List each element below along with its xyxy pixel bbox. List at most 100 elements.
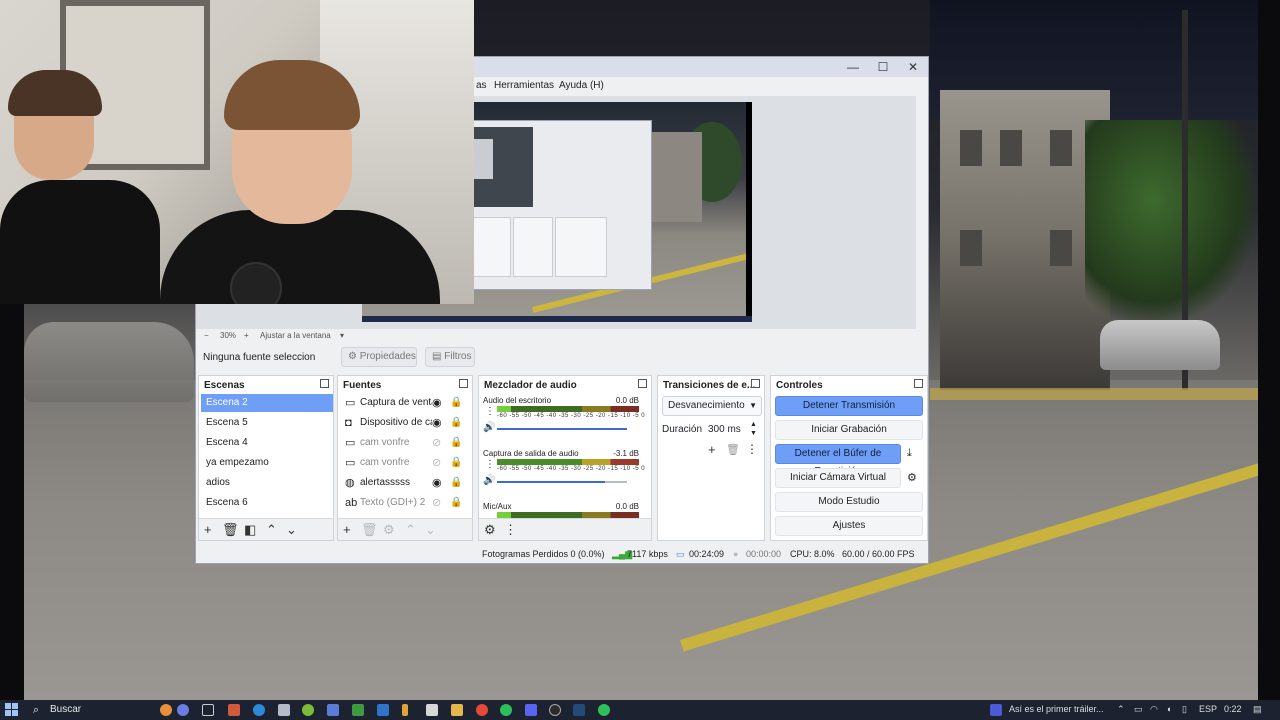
edge-icon[interactable] xyxy=(253,704,265,716)
volume-slider[interactable] xyxy=(497,481,605,483)
eye-icon[interactable]: ◉ xyxy=(432,414,442,432)
app-icon[interactable] xyxy=(278,704,290,716)
source-item[interactable]: ◍ alertasssss ◉ 🔒 xyxy=(340,474,472,492)
float-icon[interactable] xyxy=(459,379,468,388)
menu-dots-icon[interactable]: ⋮ xyxy=(746,442,758,456)
eye-icon[interactable]: ◉ xyxy=(432,474,442,492)
settings-button[interactable]: Ajustes xyxy=(775,516,923,536)
menu-help[interactable]: Ayuda (H) xyxy=(559,80,604,91)
trash-icon[interactable]: 🗑 xyxy=(361,522,378,538)
transition-select[interactable]: Desvanecimiento ▼ xyxy=(662,396,762,416)
eye-icon[interactable]: ◉ xyxy=(432,394,442,412)
chevron-down-icon[interactable]: ▾ xyxy=(340,331,344,340)
lock-icon[interactable]: 🔒 xyxy=(450,434,462,452)
scene-item[interactable]: adios xyxy=(201,474,333,492)
start-virtual-camera-button[interactable]: Iniciar Cámara Virtual xyxy=(775,468,901,488)
whatsapp-icon[interactable] xyxy=(598,704,610,716)
speaker-icon[interactable]: 🔊 xyxy=(483,422,495,433)
studio-mode-button[interactable]: Modo Estudio xyxy=(775,492,923,512)
trash-icon[interactable]: 🗑 xyxy=(726,443,740,456)
language-indicator[interactable]: ESP xyxy=(1199,704,1217,714)
lock-icon[interactable]: 🔒 xyxy=(450,414,462,432)
app-icon[interactable] xyxy=(377,704,389,716)
minimize-button[interactable]: — xyxy=(838,57,868,77)
taskbar-search[interactable]: ⌕ Buscar xyxy=(28,702,150,718)
scene-item[interactable]: Escena 4 xyxy=(201,434,333,452)
spinner-icon[interactable]: ▲ ▼ xyxy=(750,420,757,438)
chevron-up-icon[interactable]: ⌃ xyxy=(1117,704,1125,715)
zoom-in-button[interactable]: + xyxy=(244,331,249,340)
folder-icon[interactable] xyxy=(451,704,463,716)
steam-icon[interactable] xyxy=(573,704,585,716)
monitor-icon[interactable]: ▭ xyxy=(1134,704,1143,715)
app-icon[interactable] xyxy=(402,704,408,716)
clock[interactable]: 0:22 xyxy=(1224,704,1242,714)
wifi-icon[interactable]: ◠ xyxy=(1150,704,1158,715)
float-icon[interactable] xyxy=(751,379,760,388)
menu-item-partial[interactable]: as xyxy=(476,80,487,91)
add-icon[interactable]: + xyxy=(204,522,212,537)
app-icon[interactable] xyxy=(352,704,364,716)
source-item[interactable]: ▭ Captura de ventana ◉ 🔒 xyxy=(340,394,472,412)
lock-icon[interactable]: 🔒 xyxy=(450,494,462,512)
news-icon[interactable] xyxy=(990,704,1002,716)
volume-slider[interactable] xyxy=(497,428,627,430)
lock-icon[interactable]: 🔒 xyxy=(450,454,462,472)
menu-dots-icon[interactable]: ⋮ xyxy=(485,406,495,417)
close-button[interactable]: ✕ xyxy=(898,57,928,77)
scene-item[interactable]: Escena 6 xyxy=(201,494,333,512)
volume-icon[interactable]: ◖ xyxy=(1166,704,1171,714)
properties-button[interactable]: ⚙ Propiedades xyxy=(341,347,417,367)
widget-icon[interactable] xyxy=(177,704,189,716)
filters-button[interactable]: ▤ Filtros xyxy=(425,347,475,367)
windows-start-icon[interactable] xyxy=(5,703,18,716)
gear-icon[interactable]: ⚙ xyxy=(383,522,395,538)
float-icon[interactable] xyxy=(914,379,923,388)
menu-dots-icon[interactable]: ⋮ xyxy=(485,459,495,470)
fit-to-window[interactable]: Ajustar a la ventana xyxy=(260,331,331,340)
speaker-icon[interactable]: 🔊 xyxy=(483,475,495,486)
download-icon[interactable]: ⤓ xyxy=(907,447,912,460)
lock-icon[interactable]: 🔒 xyxy=(450,394,462,412)
menu-tools[interactable]: Herramientas xyxy=(494,80,554,91)
move-down-icon[interactable]: ⌄ xyxy=(425,522,436,538)
eye-slash-icon[interactable]: ⊘ xyxy=(432,454,441,472)
app-icon[interactable] xyxy=(426,704,438,716)
obs-icon[interactable] xyxy=(549,704,561,716)
app-icon[interactable] xyxy=(327,704,339,716)
eye-slash-icon[interactable]: ⊘ xyxy=(432,434,441,452)
maximize-button[interactable]: ☐ xyxy=(868,57,898,77)
move-up-icon[interactable]: ⌃ xyxy=(266,522,277,538)
source-item[interactable]: ▭ cam vonfre ⊘ 🔒 xyxy=(340,454,472,472)
notification-text[interactable]: Así es el primer tráiler... xyxy=(1009,704,1104,714)
eye-slash-icon[interactable]: ⊘ xyxy=(432,494,441,512)
filter-icon[interactable]: ◧ xyxy=(244,522,256,538)
add-icon[interactable]: + xyxy=(708,442,716,457)
battery-icon[interactable]: ▯ xyxy=(1182,704,1187,715)
scene-item[interactable]: Escena 5 xyxy=(201,414,333,432)
app-icon[interactable] xyxy=(228,704,240,716)
float-icon[interactable] xyxy=(320,379,329,388)
spotify-icon[interactable] xyxy=(500,704,512,716)
menu-dots-icon[interactable]: ⋮ xyxy=(504,522,517,538)
scene-item[interactable]: ya empezamo xyxy=(201,454,333,472)
discord-icon[interactable] xyxy=(525,704,537,716)
gear-icon[interactable]: ⚙ xyxy=(907,471,917,484)
float-icon[interactable] xyxy=(638,379,647,388)
stop-stream-button[interactable]: Detener Transmisión xyxy=(775,396,923,416)
gear-icon[interactable]: ⚙ xyxy=(484,522,496,538)
zoom-out-button[interactable]: − xyxy=(204,331,209,340)
source-item[interactable]: ab Texto (GDI+) 2 ⊘ 🔒 xyxy=(340,494,472,512)
start-recording-button[interactable]: Iniciar Grabación xyxy=(775,420,923,440)
chrome-icon[interactable] xyxy=(476,704,488,716)
trash-icon[interactable]: 🗑 xyxy=(222,522,239,538)
task-view-icon[interactable] xyxy=(202,704,214,716)
lock-icon[interactable]: 🔒 xyxy=(450,474,462,492)
notification-center-icon[interactable]: ▤ xyxy=(1253,704,1262,715)
move-down-icon[interactable]: ⌄ xyxy=(286,522,297,538)
source-item[interactable]: ◘ Dispositivo de captura ◉ 🔒 xyxy=(340,414,472,432)
stop-replay-buffer-button[interactable]: Detener el Búfer de Repetición xyxy=(775,444,901,477)
scene-item[interactable]: Escena 2 xyxy=(201,394,333,412)
add-icon[interactable]: + xyxy=(343,522,351,537)
source-item[interactable]: ▭ cam vonfre ⊘ 🔒 xyxy=(340,434,472,452)
